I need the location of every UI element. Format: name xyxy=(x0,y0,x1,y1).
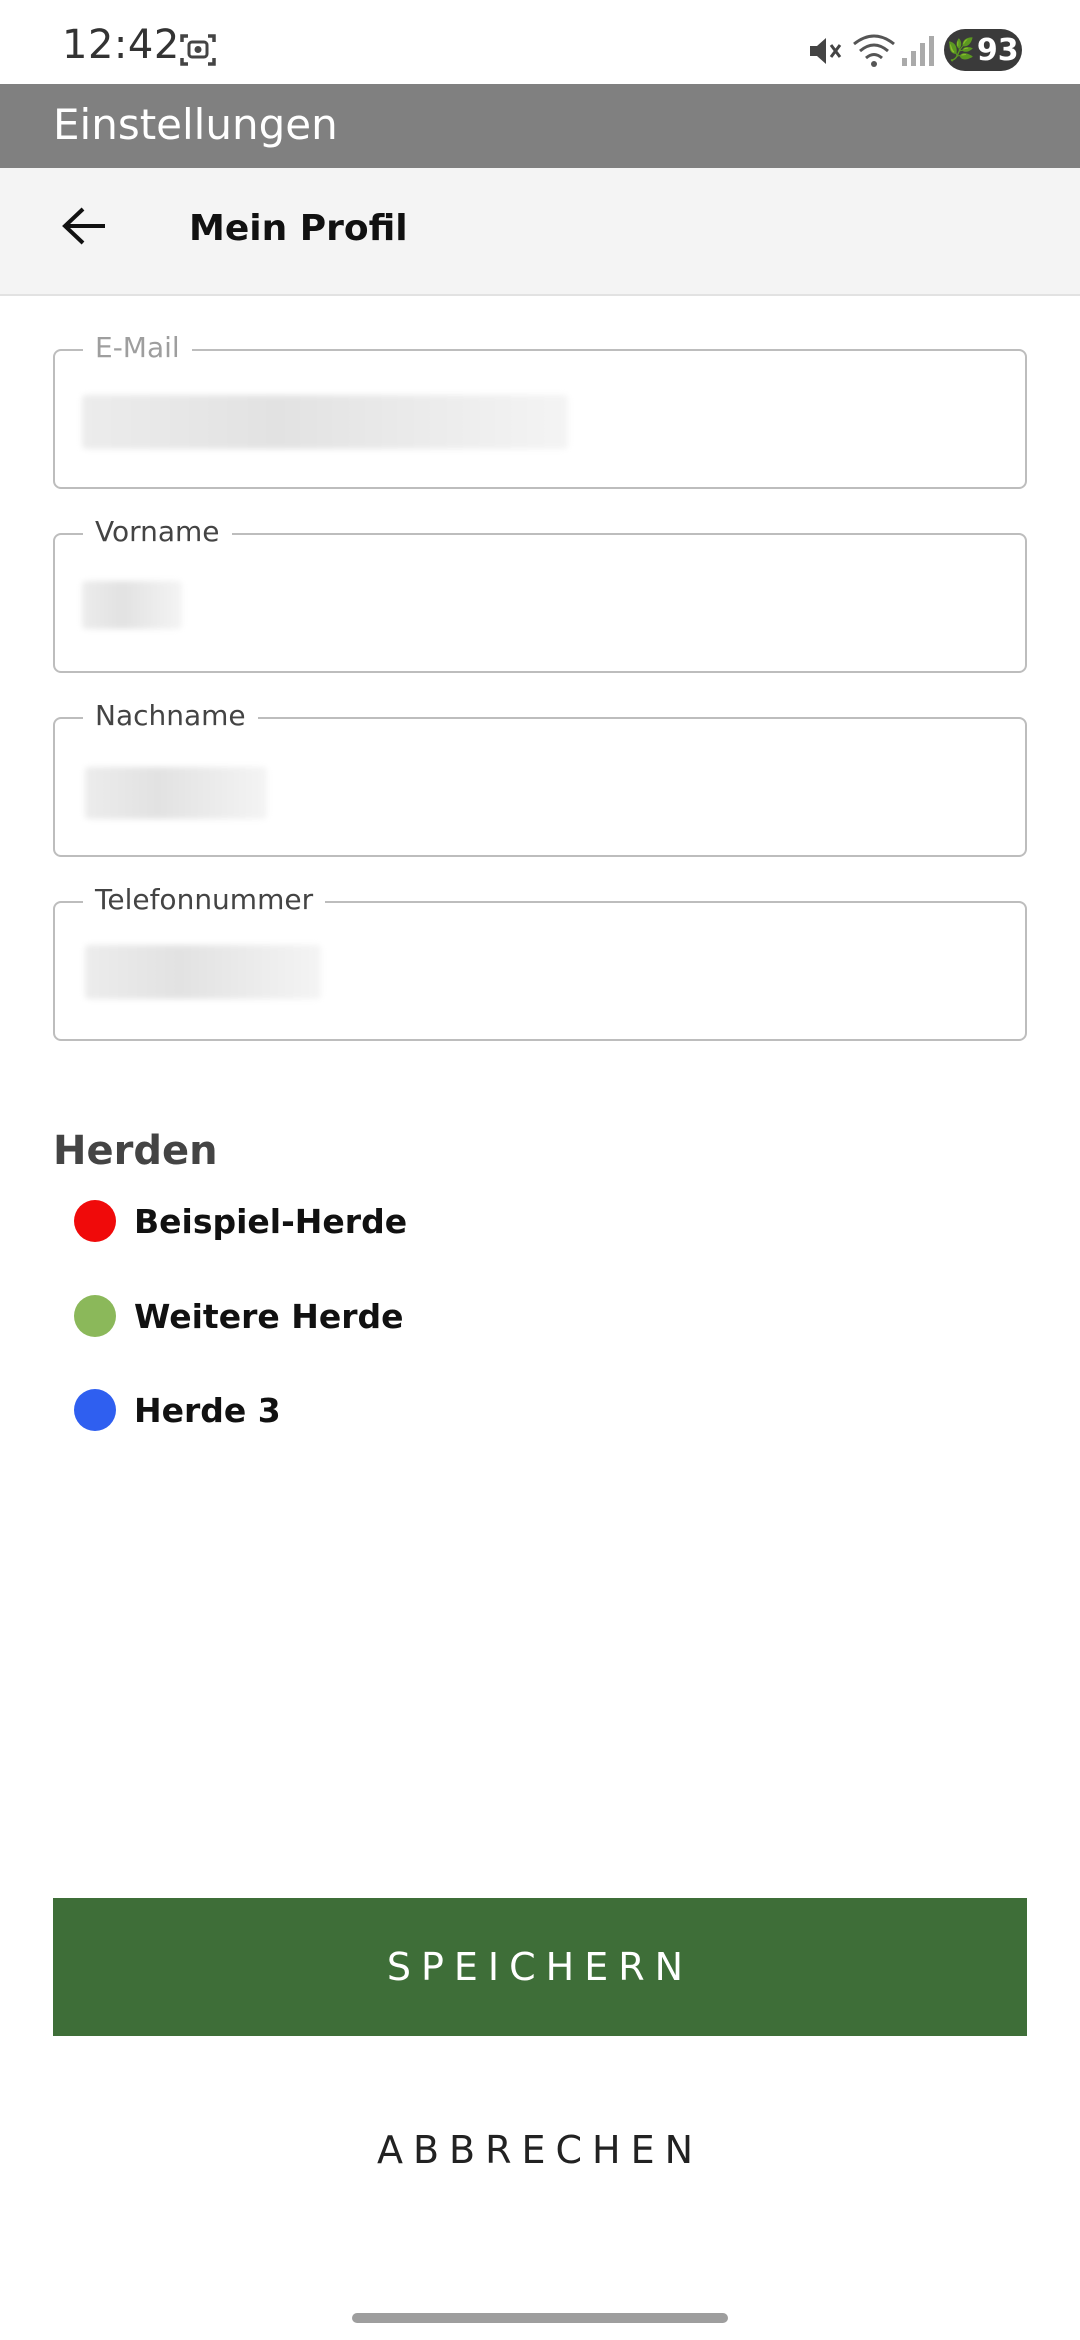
battery-icon: 🌿 93 xyxy=(944,29,1022,71)
herd-label: Beispiel-Herde xyxy=(134,1201,408,1241)
herd-label: Weitere Herde xyxy=(134,1296,404,1336)
screenshot-icon xyxy=(178,30,218,74)
email-field[interactable]: E-Mail xyxy=(53,331,1027,489)
herd-color-dot xyxy=(74,1200,116,1242)
lastname-label: Nachname xyxy=(83,699,258,732)
herd-color-dot xyxy=(74,1295,116,1337)
herd-item[interactable]: Beispiel-Herde xyxy=(74,1199,407,1243)
firstname-field[interactable]: Vorname xyxy=(53,515,1027,673)
home-indicator[interactable] xyxy=(352,2313,728,2323)
signal-icon xyxy=(900,34,936,72)
wifi-icon xyxy=(852,32,896,74)
herd-item[interactable]: Weitere Herde xyxy=(74,1294,404,1338)
battery-level: 93 xyxy=(976,32,1019,68)
herd-item[interactable]: Herde 3 xyxy=(74,1388,281,1432)
firstname-label: Vorname xyxy=(83,515,232,548)
mute-icon xyxy=(806,32,844,74)
firstname-value-redacted xyxy=(82,581,182,629)
page-header xyxy=(0,168,1080,296)
app-bar: Einstellungen xyxy=(0,84,1080,168)
page-title: Mein Profil xyxy=(189,208,408,249)
lastname-value-redacted xyxy=(85,767,267,819)
status-time: 12:42 xyxy=(62,22,180,68)
phone-value-redacted xyxy=(85,945,321,999)
email-value-redacted xyxy=(82,395,568,449)
app-bar-title: Einstellungen xyxy=(53,100,338,149)
phone-field[interactable]: Telefonnummer xyxy=(53,883,1027,1041)
herd-color-dot xyxy=(74,1389,116,1431)
lastname-field[interactable]: Nachname xyxy=(53,699,1027,857)
back-button[interactable] xyxy=(54,196,114,256)
phone-label: Telefonnummer xyxy=(83,883,326,916)
status-bar: 12:42 🌿 93 xyxy=(0,0,1080,84)
email-label: E-Mail xyxy=(83,331,192,364)
app-root: 12:42 🌿 93 Einstellungen Mein Profil E-M… xyxy=(0,0,1080,2340)
save-button[interactable]: SPEICHERN xyxy=(53,1898,1027,2036)
herds-title: Herden xyxy=(53,1128,218,1174)
herd-label: Herde 3 xyxy=(134,1390,281,1430)
cancel-button[interactable]: ABBRECHEN xyxy=(53,2110,1027,2190)
arrow-left-icon xyxy=(62,207,105,245)
